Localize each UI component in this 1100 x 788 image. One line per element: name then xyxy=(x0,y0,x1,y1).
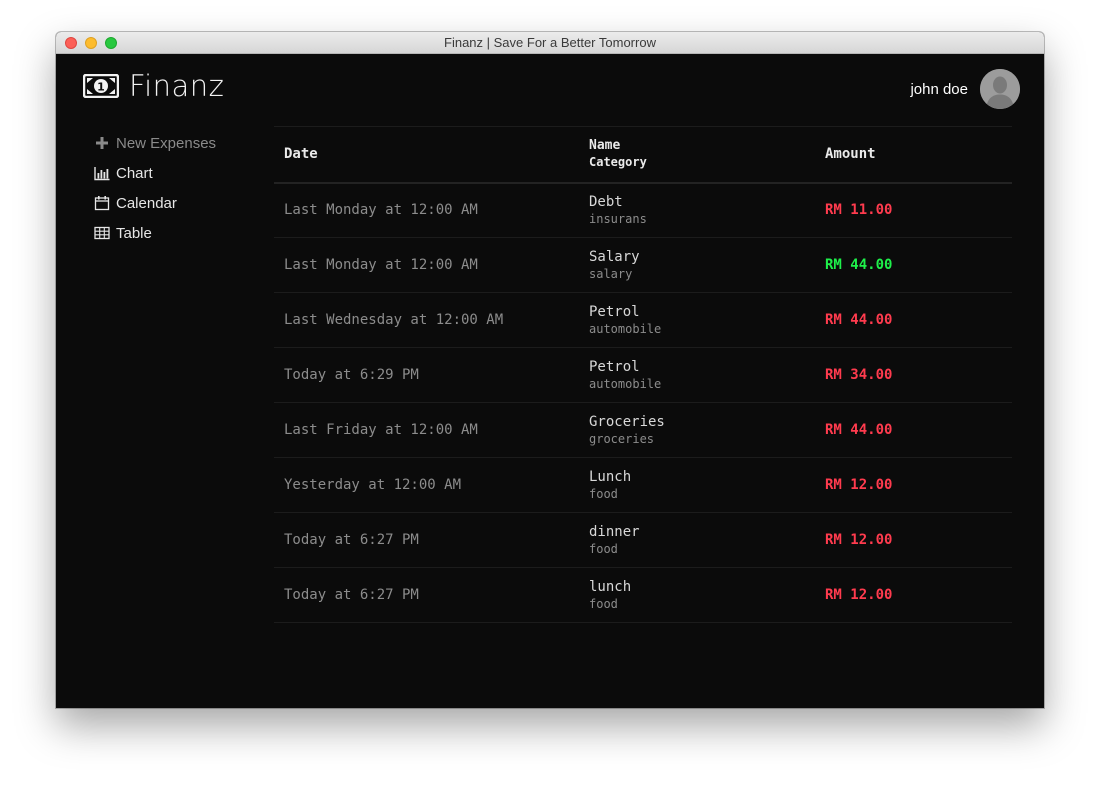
row-name-cell: dinner food xyxy=(589,513,825,568)
column-header-name-label: Name xyxy=(589,138,621,154)
row-date: Last Monday at 12:00 AM xyxy=(284,257,478,273)
sidebar-item-label: Chart xyxy=(116,164,153,182)
brand-name: Finanz xyxy=(129,69,225,103)
column-header-category-label: Category xyxy=(589,155,647,170)
sidebar-item-new-expenses[interactable]: New Expenses xyxy=(94,128,216,158)
row-date: Yesterday at 12:00 AM xyxy=(284,477,462,493)
row-date: Last Wednesday at 12:00 AM xyxy=(284,312,504,328)
row-category: groceries xyxy=(589,432,655,446)
table-body: Last Monday at 12:00 AM Debt insurans RM 11… xyxy=(274,183,1012,623)
row-name-cell: Petrol automobile xyxy=(589,348,825,403)
sidebar-item-label: Calendar xyxy=(116,194,177,212)
money-bill-icon: 1 xyxy=(83,74,119,98)
row-date: Last Monday at 12:00 AM xyxy=(284,202,478,219)
expenses-table-container: Date Name Category Amount Last Monday at… xyxy=(274,126,1012,623)
brand[interactable]: 1 Finanz xyxy=(83,69,225,103)
table-row[interactable]: Last Monday at 12:00 AM Salary salary RM 44… xyxy=(274,238,1012,293)
row-name-cell: Debt insurans xyxy=(589,183,825,238)
row-name: Debt xyxy=(589,194,623,211)
row-amount: RM 44.00 xyxy=(825,257,893,273)
title-bar: Finanz | Save For a Better Tomorrow xyxy=(56,32,1044,54)
row-amount: RM 12.00 xyxy=(825,532,893,548)
row-category: food xyxy=(589,542,618,556)
window-title: Finanz | Save For a Better Tomorrow xyxy=(444,35,656,50)
app-window: Finanz | Save For a Better Tomorrow 1 Fi… xyxy=(56,32,1044,708)
row-name: Petrol xyxy=(589,304,640,320)
row-name: lunch xyxy=(589,579,632,595)
bar-chart-icon xyxy=(94,167,110,181)
user-avatar-icon[interactable] xyxy=(980,69,1020,109)
row-name: dinner xyxy=(589,524,640,540)
row-category: food xyxy=(589,487,618,501)
row-name-cell: lunch food xyxy=(589,568,825,623)
plus-icon xyxy=(96,137,108,149)
table-row[interactable]: Yesterday at 12:00 AM Lunch food RM 12.00 xyxy=(274,458,1012,513)
sidebar-item-calendar[interactable]: Calendar xyxy=(94,188,216,218)
row-category: automobile xyxy=(589,377,662,391)
row-category: insurans xyxy=(589,212,647,227)
table-icon xyxy=(94,226,110,240)
row-category: automobile xyxy=(589,322,662,336)
sidebar: New Expenses Chart Calendar Table xyxy=(94,128,216,248)
expenses-table: Date Name Category Amount Last Monday at… xyxy=(274,126,1012,623)
user-menu[interactable]: john doe xyxy=(910,69,1020,109)
table-row[interactable]: Today at 6:27 PM dinner food RM 12.00 xyxy=(274,513,1012,568)
sidebar-item-chart[interactable]: Chart xyxy=(94,158,216,188)
row-date: Today at 6:27 PM xyxy=(284,532,419,548)
sidebar-item-table[interactable]: Table xyxy=(94,218,216,248)
row-name: Lunch xyxy=(589,469,632,485)
table-row[interactable]: Today at 6:27 PM lunch food RM 12.00 xyxy=(274,568,1012,623)
svg-text:1: 1 xyxy=(97,81,105,94)
table-header-row: Date Name Category Amount xyxy=(274,126,1012,183)
row-amount: RM 11.00 xyxy=(825,202,893,219)
table-row[interactable]: Last Friday at 12:00 AM Groceries grocerie… xyxy=(274,403,1012,458)
row-category: food xyxy=(589,597,618,611)
row-amount: RM 12.00 xyxy=(825,477,893,493)
row-name: Groceries xyxy=(589,414,665,430)
row-date: Today at 6:27 PM xyxy=(284,587,419,603)
row-name: Petrol xyxy=(589,359,640,375)
table-row[interactable]: Last Wednesday at 12:00 AM Petrol automobi… xyxy=(274,293,1012,348)
user-name: john doe xyxy=(910,80,968,98)
row-name-cell: Salary salary xyxy=(589,238,825,293)
row-amount: RM 44.00 xyxy=(825,422,893,438)
table-row[interactable]: Last Monday at 12:00 AM Debt insurans RM 11… xyxy=(274,183,1012,238)
table-row[interactable]: Today at 6:29 PM Petrol automobile RM 34.00 xyxy=(274,348,1012,403)
sidebar-item-label: New Expenses xyxy=(116,134,217,152)
row-name-cell: Petrol automobile xyxy=(589,293,825,348)
row-amount: RM 34.00 xyxy=(825,367,893,383)
row-date: Last Friday at 12:00 AM xyxy=(284,422,478,438)
row-name-cell: Groceries groceries xyxy=(589,403,825,458)
calendar-icon xyxy=(94,196,110,211)
row-name-cell: Lunch food xyxy=(589,458,825,513)
row-date: Today at 6:29 PM xyxy=(284,367,419,383)
row-name: Salary xyxy=(589,249,640,265)
column-header-date[interactable]: Date xyxy=(274,127,589,183)
column-header-name[interactable]: Name Category xyxy=(589,127,825,183)
sidebar-item-label: Table xyxy=(116,224,152,242)
row-amount: RM 44.00 xyxy=(825,312,893,328)
row-amount: RM 12.00 xyxy=(825,587,893,603)
row-category: salary xyxy=(589,267,633,281)
column-header-amount[interactable]: Amount xyxy=(825,127,1012,183)
